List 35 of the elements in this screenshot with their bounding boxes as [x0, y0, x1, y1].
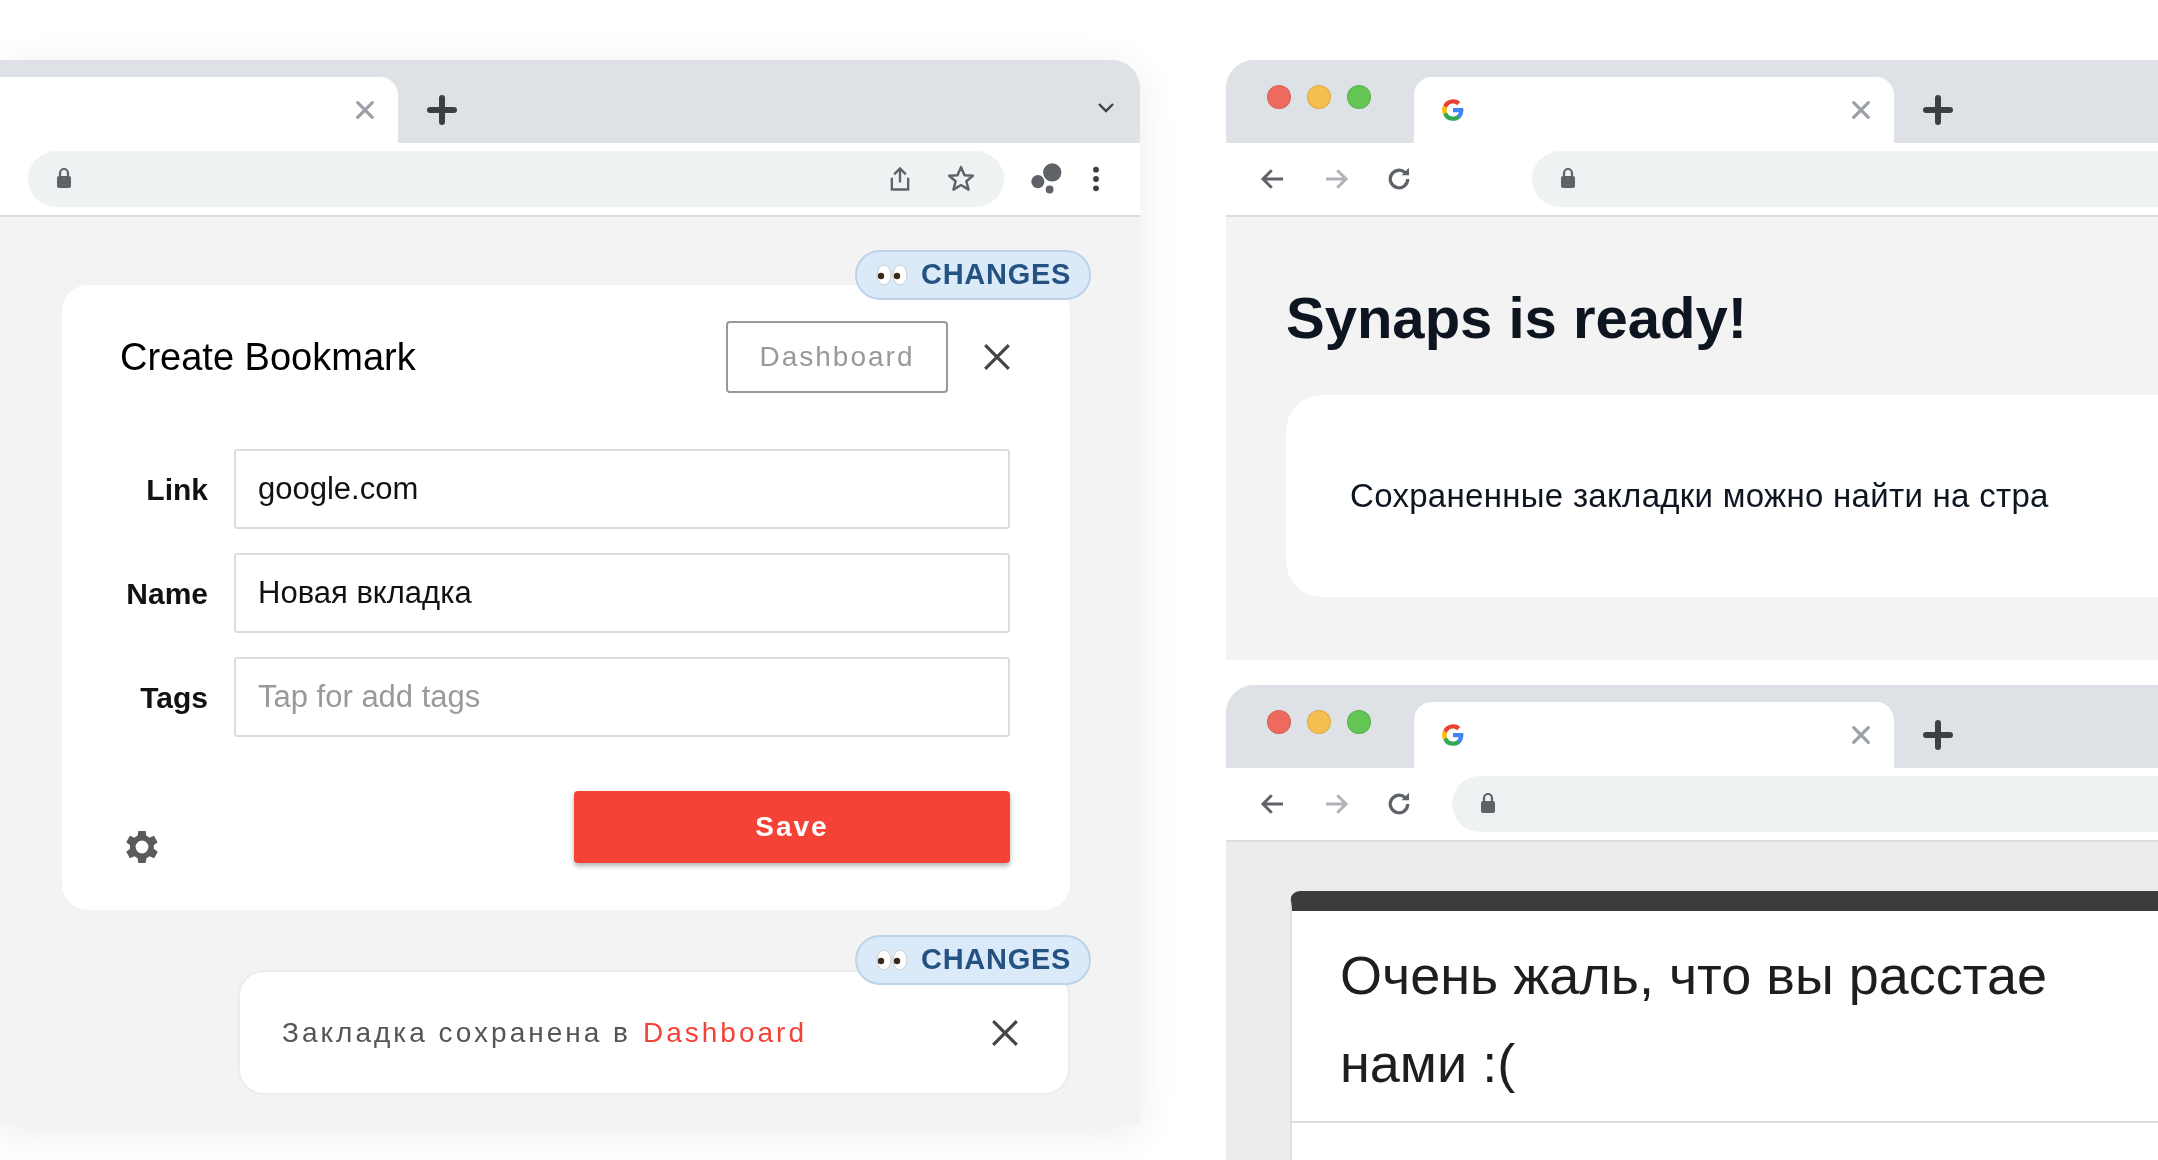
maximize-window-button[interactable] [1347, 84, 1371, 109]
badge-label: CHANGES [921, 257, 1072, 293]
input-field[interactable]: Tap for add tags [234, 657, 1010, 737]
star-icon[interactable] [946, 164, 976, 194]
dashboard-button[interactable]: Dashboard [726, 321, 948, 393]
eyes-icon [875, 261, 909, 289]
close-icon[interactable] [982, 342, 1012, 372]
extensions-icon[interactable] [1030, 162, 1064, 196]
save-button[interactable]: Save [574, 791, 1010, 863]
maximize-window-button[interactable] [1347, 709, 1371, 734]
eyes-icon [875, 946, 909, 974]
minimize-window-button[interactable] [1307, 84, 1331, 109]
farewell-message: Очень жаль, что вы расстае нами :( [1340, 944, 2048, 1095]
lock-icon [1478, 792, 1498, 816]
close-window-button[interactable] [1267, 709, 1291, 734]
input-field[interactable]: google.com [234, 449, 1010, 529]
dialog-title: Create Bookmark [120, 334, 417, 380]
google-logo-icon [1440, 97, 1466, 123]
toast-message: Закладка сохранена в [282, 1015, 631, 1050]
lock-icon [54, 167, 74, 191]
dashboard-link[interactable]: Dashboard [642, 1011, 807, 1054]
info-text: Сохраненные закладки можно найти на стра [1350, 476, 2049, 517]
google-logo-icon [1440, 722, 1466, 748]
plus-icon[interactable] [1922, 719, 1954, 751]
lock-icon [1558, 167, 1578, 191]
input-field[interactable]: Новая вкладка [234, 553, 1010, 633]
plus-icon[interactable] [1922, 94, 1954, 126]
field-label: Name [125, 575, 208, 612]
close-window-button[interactable] [1267, 84, 1291, 109]
plus-icon[interactable] [426, 94, 458, 126]
close-icon[interactable] [990, 1017, 1020, 1048]
minimize-window-button[interactable] [1307, 709, 1331, 734]
field-label: Link [145, 471, 208, 508]
badge-label: CHANGES [921, 942, 1072, 978]
field-label: Tags [139, 679, 208, 716]
